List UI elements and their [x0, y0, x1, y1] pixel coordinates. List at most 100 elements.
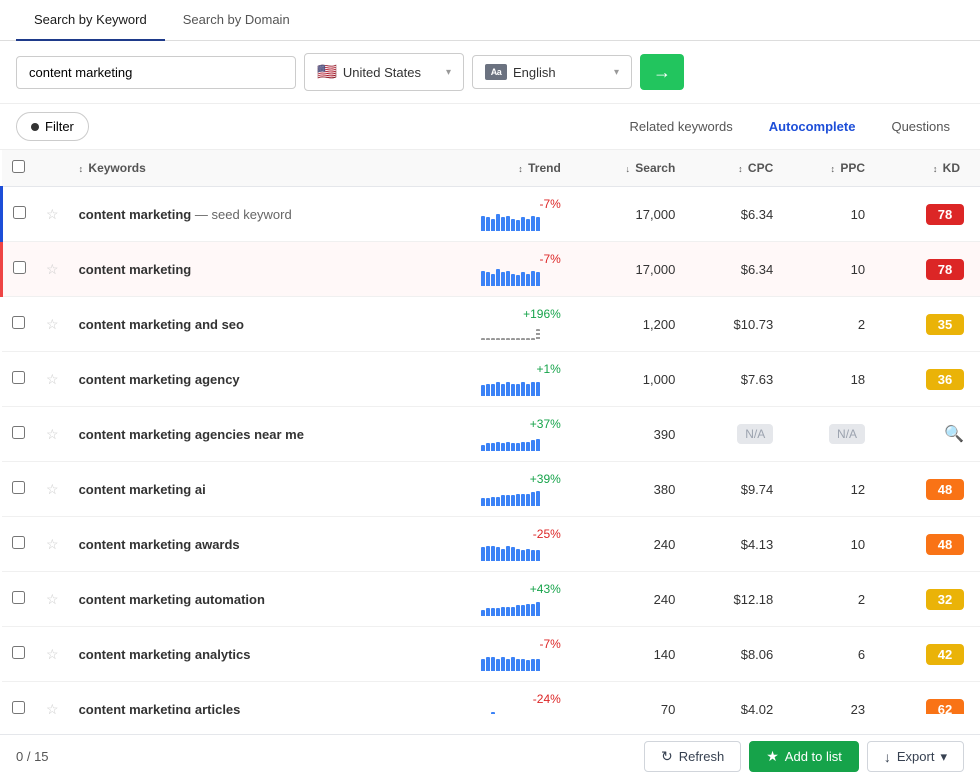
ppc-cell: 2 — [783, 572, 875, 627]
search-volume-cell: 17,000 — [571, 187, 686, 242]
kd-badge: 48 — [926, 534, 964, 555]
cpc-value: $7.63 — [741, 372, 774, 387]
star-cell[interactable]: ☆ — [36, 627, 69, 682]
refresh-button[interactable]: ↻ Refresh — [644, 741, 741, 772]
row-checkbox[interactable] — [12, 371, 25, 384]
kd-cell: 48 — [875, 517, 980, 572]
star-col-header — [36, 150, 69, 187]
trend-cell: -7% — [471, 187, 571, 242]
row-checkbox[interactable] — [12, 536, 25, 549]
ppc-value: 2 — [858, 592, 865, 607]
row-checkbox[interactable] — [12, 646, 25, 659]
country-select[interactable]: 🇺🇸 United States ▾ — [304, 53, 464, 91]
kd-col-header[interactable]: ↕ KD — [875, 150, 980, 187]
search-volume-value: 1,000 — [643, 372, 676, 387]
star-cell[interactable]: ☆ — [36, 517, 69, 572]
flag-icon: 🇺🇸 — [317, 62, 337, 82]
star-cell[interactable]: ☆ — [36, 297, 69, 352]
keyword-text: content marketing analytics — [79, 647, 251, 662]
row-checkbox[interactable] — [13, 261, 26, 274]
row-checkbox-cell — [2, 242, 37, 297]
kd-badge: 78 — [926, 204, 964, 225]
ppc-cell: 2 — [783, 297, 875, 352]
kd-badge: 35 — [926, 314, 964, 335]
table-row: ☆ content marketing and seo +196% 1,200 … — [2, 297, 980, 352]
download-icon: ↓ — [884, 749, 891, 765]
filter-button[interactable]: Filter — [16, 112, 89, 141]
keyword-tabs: Related keywords Autocomplete Questions — [615, 113, 964, 140]
search-volume-value: 140 — [654, 647, 676, 662]
star-cell[interactable]: ☆ — [36, 242, 69, 297]
cpc-cell: $12.18 — [685, 572, 783, 627]
table-row: ☆ content marketing awards -25% 240 $4.1… — [2, 517, 980, 572]
ppc-value: 6 — [858, 647, 865, 662]
star-cell[interactable]: ☆ — [36, 352, 69, 407]
row-checkbox[interactable] — [12, 701, 25, 714]
star-cell[interactable]: ☆ — [36, 572, 69, 627]
cpc-cell: $9.74 — [685, 462, 783, 517]
trend-chart — [481, 323, 561, 341]
kd-badge: 36 — [926, 369, 964, 390]
search-volume-cell: 17,000 — [571, 242, 686, 297]
keyword-text: content marketing — [79, 262, 192, 277]
tab-search-by-domain[interactable]: Search by Domain — [165, 0, 308, 41]
search-input[interactable] — [16, 56, 296, 89]
table-body: ☆ content marketing — seed keyword -7% 1… — [2, 187, 980, 715]
search-icon: 🔍 — [944, 426, 964, 443]
cpc-cell: $7.63 — [685, 352, 783, 407]
search-col-header[interactable]: ↓ Search — [571, 150, 686, 187]
language-icon: Aa — [485, 64, 507, 80]
language-select[interactable]: Aa English ▾ — [472, 55, 632, 89]
row-checkbox-cell — [2, 187, 37, 242]
tab-autocomplete[interactable]: Autocomplete — [755, 113, 870, 140]
star-cell[interactable]: ☆ — [36, 187, 69, 242]
star-cell[interactable]: ☆ — [36, 462, 69, 517]
trend-cell: +43% — [471, 572, 571, 627]
table-row: ☆ content marketing analytics -7% 140 $8… — [2, 627, 980, 682]
keywords-col-header[interactable]: ↕ Keywords — [69, 150, 471, 187]
star-cell[interactable]: ☆ — [36, 682, 69, 715]
ppc-value: 10 — [851, 207, 865, 222]
search-bar: 🇺🇸 United States ▾ Aa English ▾ → — [0, 41, 980, 104]
chevron-down-icon: ▾ — [940, 749, 947, 765]
row-checkbox[interactable] — [12, 481, 25, 494]
keyword-text: content marketing agencies near me — [79, 427, 304, 442]
cpc-cell: $6.34 — [685, 187, 783, 242]
cpc-value: $9.74 — [741, 482, 774, 497]
add-to-list-button[interactable]: ★ Add to list — [749, 741, 859, 772]
row-checkbox[interactable] — [13, 206, 26, 219]
go-button[interactable]: → — [640, 54, 684, 90]
cpc-cell: $4.13 — [685, 517, 783, 572]
kd-cell: 48 — [875, 462, 980, 517]
ppc-col-header[interactable]: ↕ PPC — [783, 150, 875, 187]
row-checkbox[interactable] — [12, 591, 25, 604]
row-checkbox[interactable] — [12, 316, 25, 329]
trend-percent: -7% — [481, 197, 561, 211]
search-volume-cell: 380 — [571, 462, 686, 517]
cpc-value: $4.13 — [741, 537, 774, 552]
star-cell[interactable]: ☆ — [36, 407, 69, 462]
row-checkbox[interactable] — [12, 426, 25, 439]
export-button[interactable]: ↓ Export ▾ — [867, 741, 964, 772]
kd-cell: 62 — [875, 682, 980, 715]
kd-cell: 42 — [875, 627, 980, 682]
select-all-header[interactable] — [2, 150, 37, 187]
tab-search-by-keyword[interactable]: Search by Keyword — [16, 0, 165, 41]
trend-cell: +37% — [471, 407, 571, 462]
trend-col-header[interactable]: ↕ Trend — [471, 150, 571, 187]
refresh-icon: ↻ — [661, 748, 673, 765]
tab-questions[interactable]: Questions — [877, 113, 964, 140]
row-checkbox-cell — [2, 682, 37, 715]
select-all-checkbox[interactable] — [12, 160, 25, 173]
kd-badge: 32 — [926, 589, 964, 610]
cpc-value: $6.34 — [741, 207, 774, 222]
row-checkbox-cell — [2, 517, 37, 572]
cpc-col-header[interactable]: ↕ CPC — [685, 150, 783, 187]
sort-icon: ↕ — [79, 164, 84, 174]
bottom-actions: ↻ Refresh ★ Add to list ↓ Export ▾ — [644, 741, 964, 772]
tab-related-keywords[interactable]: Related keywords — [615, 113, 746, 140]
keyword-text: content marketing — [79, 207, 192, 222]
trend-cell: -7% — [471, 627, 571, 682]
export-label: Export — [897, 749, 935, 764]
top-tabs: Search by Keyword Search by Domain — [0, 0, 980, 41]
